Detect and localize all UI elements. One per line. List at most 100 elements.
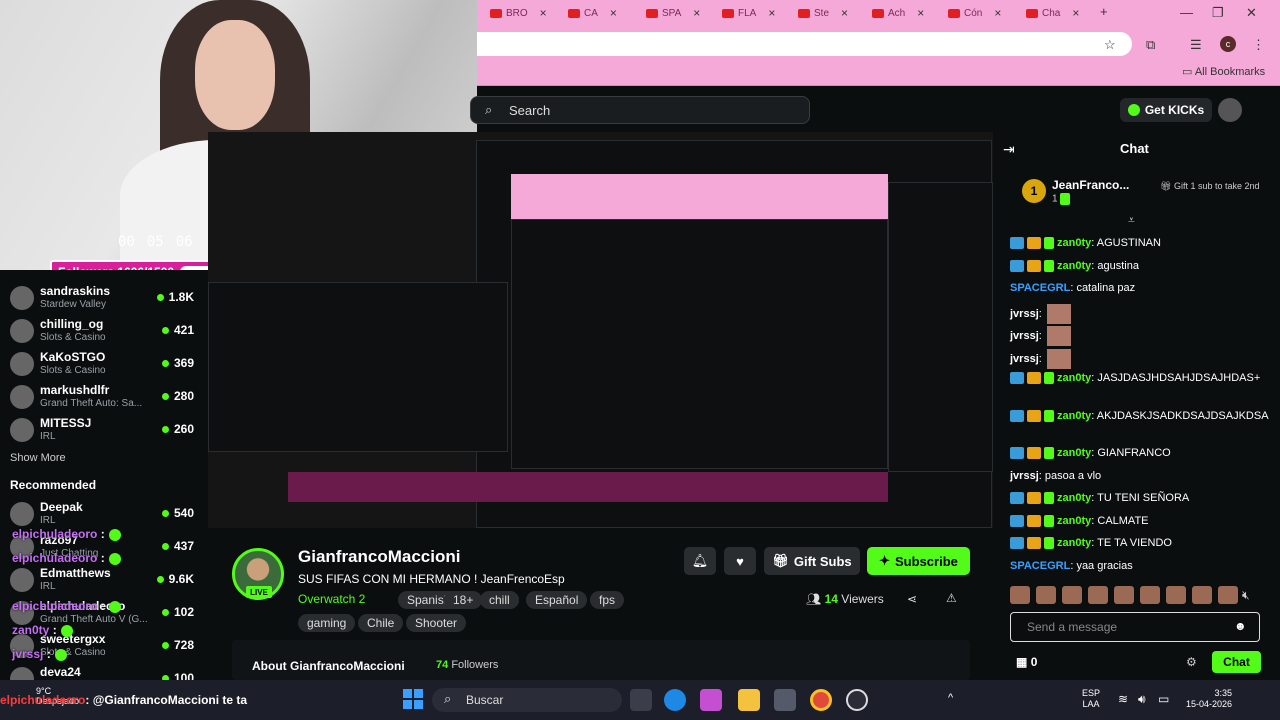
browser-tab[interactable]: FLA ×	[722, 4, 775, 22]
subscribe-button[interactable]: ✦ Subscribe	[867, 547, 970, 575]
emote-3[interactable]	[1062, 586, 1082, 604]
mute-icon[interactable]: 🔇︎	[1242, 588, 1250, 603]
minimize-window-icon[interactable]: —	[1180, 5, 1193, 20]
taskbar-clock[interactable]: 3:35 15-04-2026	[1186, 688, 1232, 710]
windows-start-icon[interactable]	[403, 689, 423, 709]
close-tab-icon[interactable]: ×	[610, 6, 617, 20]
chat-username[interactable]: zan0ty	[1057, 537, 1091, 549]
wifi-icon[interactable]: ≋	[1118, 692, 1128, 706]
sidebar-channel-item[interactable]: sandraskins Stardew Valley 1.8K	[0, 282, 208, 314]
sidebar-channel-item[interactable]: KaKoSTGO Slots & Casino 369	[0, 348, 208, 380]
close-tab-icon[interactable]: ×	[540, 6, 547, 20]
edge-icon[interactable]	[664, 689, 686, 711]
chat-username[interactable]: SPACEGRL	[1010, 560, 1070, 572]
new-tab-icon[interactable]: +	[1100, 4, 1108, 19]
user-avatar[interactable]	[1218, 98, 1242, 122]
profile-icon[interactable]: c	[1220, 36, 1236, 52]
menu-icon[interactable]: ⋮	[1252, 37, 1265, 53]
share-icon[interactable]: ⋖	[907, 592, 917, 606]
emote-quick-bar[interactable]	[1010, 586, 1270, 606]
browser-tab[interactable]: Cha ×	[1026, 4, 1079, 22]
tab-search-icon[interactable]: ☰	[1190, 37, 1202, 53]
close-window-icon[interactable]: ✕	[1246, 5, 1257, 21]
emote-6[interactable]	[1140, 586, 1160, 604]
sidebar-channel-item[interactable]: chilling_og Slots & Casino 421	[0, 315, 208, 347]
follow-button[interactable]: ♥	[724, 547, 756, 575]
taskbar-search[interactable]: ⌕ Buscar	[432, 688, 622, 712]
emote-9[interactable]	[1218, 586, 1238, 604]
copilot-icon[interactable]	[700, 689, 722, 711]
browser-tab[interactable]: Ste ×	[798, 4, 848, 22]
chat-username[interactable]: SPACEGRL	[1010, 282, 1070, 294]
emote-4[interactable]	[1088, 586, 1108, 604]
browser-tab[interactable]: SPA ×	[646, 4, 700, 22]
star-icon[interactable]: ☆	[1104, 37, 1116, 53]
stream-tag[interactable]: Shooter	[406, 614, 467, 632]
sidebar-channel-item[interactable]: markushdlfr Grand Theft Auto: Sa... 280	[0, 381, 208, 413]
emote-5[interactable]	[1114, 586, 1134, 604]
bookmarks-folder[interactable]: ▭ All Bookmarks	[1182, 65, 1265, 78]
stream-video-player[interactable]	[208, 132, 993, 528]
chat-kicks-balance[interactable]: ▦ 0	[1016, 655, 1037, 669]
notification-bell-button[interactable]: 🔔︎	[684, 547, 716, 575]
close-tab-icon[interactable]: ×	[841, 6, 848, 20]
store-icon[interactable]	[774, 689, 796, 711]
maximize-window-icon[interactable]: ❐	[1212, 5, 1224, 21]
stream-tag[interactable]: fps	[590, 591, 625, 609]
emote-2[interactable]	[1036, 586, 1056, 604]
pinned-gifter-name[interactable]: JeanFranco...	[1052, 178, 1129, 192]
emote-8[interactable]	[1192, 586, 1212, 604]
chat-send-button[interactable]: Chat	[1212, 651, 1261, 673]
gift-subs-button[interactable]: 🎁︎ Gift Subs	[764, 547, 860, 575]
sidebar-channel-item[interactable]: MITESSJ IRL 260	[0, 414, 208, 446]
browser-tab[interactable]: Cón ×	[948, 4, 1001, 22]
extensions-icon[interactable]: ⧉	[1146, 37, 1155, 53]
file-explorer-icon[interactable]	[738, 689, 760, 711]
report-icon[interactable]: ⚠	[946, 591, 957, 605]
close-tab-icon[interactable]: ×	[1072, 6, 1079, 20]
streamer-name[interactable]: GianfrancoMaccioni	[298, 547, 460, 567]
chat-username[interactable]: jvrssj	[1010, 353, 1039, 365]
stream-tag[interactable]: Chile	[358, 614, 404, 632]
close-tab-icon[interactable]: ×	[768, 6, 775, 20]
browser-tab[interactable]: CA ×	[568, 4, 617, 22]
chat-message-input[interactable]: Send a message	[1010, 612, 1260, 642]
browser-tab[interactable]: BRO ×	[490, 4, 547, 22]
battery-icon[interactable]: ▭	[1158, 692, 1169, 706]
get-kicks-button[interactable]: Get KICKs	[1120, 98, 1212, 122]
chat-username[interactable]: zan0ty	[1057, 447, 1091, 459]
sidebar-recommended-item[interactable]: Edmatthews IRL 9.6K	[0, 564, 208, 596]
chat-username[interactable]: zan0ty	[1057, 372, 1091, 384]
language-indicator[interactable]: ESP LAA	[1082, 688, 1100, 710]
tray-chevron-icon[interactable]: ^	[948, 692, 953, 704]
address-bar[interactable]	[477, 32, 1132, 56]
search-input[interactable]: ⌕ Search	[470, 96, 810, 124]
stream-tag[interactable]: 18+	[444, 591, 483, 609]
close-tab-icon[interactable]: ×	[917, 6, 924, 20]
close-tab-icon[interactable]: ×	[994, 6, 1001, 20]
sidebar-recommended-item[interactable]: Deepak IRL 540	[0, 498, 208, 530]
show-more-link[interactable]: Show More	[10, 452, 66, 464]
stream-tag[interactable]: Español	[526, 591, 588, 609]
chat-username[interactable]: jvrssj	[1010, 470, 1039, 482]
emote-1[interactable]	[1010, 586, 1030, 604]
close-tab-icon[interactable]: ×	[693, 6, 700, 20]
task-view-icon[interactable]	[630, 689, 652, 711]
chat-username[interactable]: zan0ty	[1057, 515, 1091, 527]
browser-tab[interactable]: Ach ×	[872, 4, 924, 22]
collapse-chat-icon[interactable]: ⇥	[1003, 141, 1015, 158]
chat-username[interactable]: zan0ty	[1057, 260, 1091, 272]
chevron-down-icon[interactable]: ⩡	[1128, 213, 1135, 228]
stream-tag[interactable]: chill	[480, 591, 519, 609]
chrome-icon[interactable]	[810, 689, 832, 711]
gear-icon[interactable]: ⚙	[1186, 655, 1197, 669]
chat-username[interactable]: zan0ty	[1057, 492, 1091, 504]
chat-username[interactable]: zan0ty	[1057, 237, 1091, 249]
chat-username[interactable]: zan0ty	[1057, 410, 1091, 422]
emoji-picker-icon[interactable]: ☻	[1234, 619, 1247, 633]
obs-icon[interactable]	[846, 689, 868, 711]
chat-username[interactable]: jvrssj	[1010, 308, 1039, 320]
gift-sub-prompt[interactable]: 🎁︎ Gift 1 sub to take 2nd	[1160, 181, 1260, 191]
volume-icon[interactable]: 🔊︎	[1138, 692, 1146, 707]
stream-tag[interactable]: gaming	[298, 614, 356, 632]
